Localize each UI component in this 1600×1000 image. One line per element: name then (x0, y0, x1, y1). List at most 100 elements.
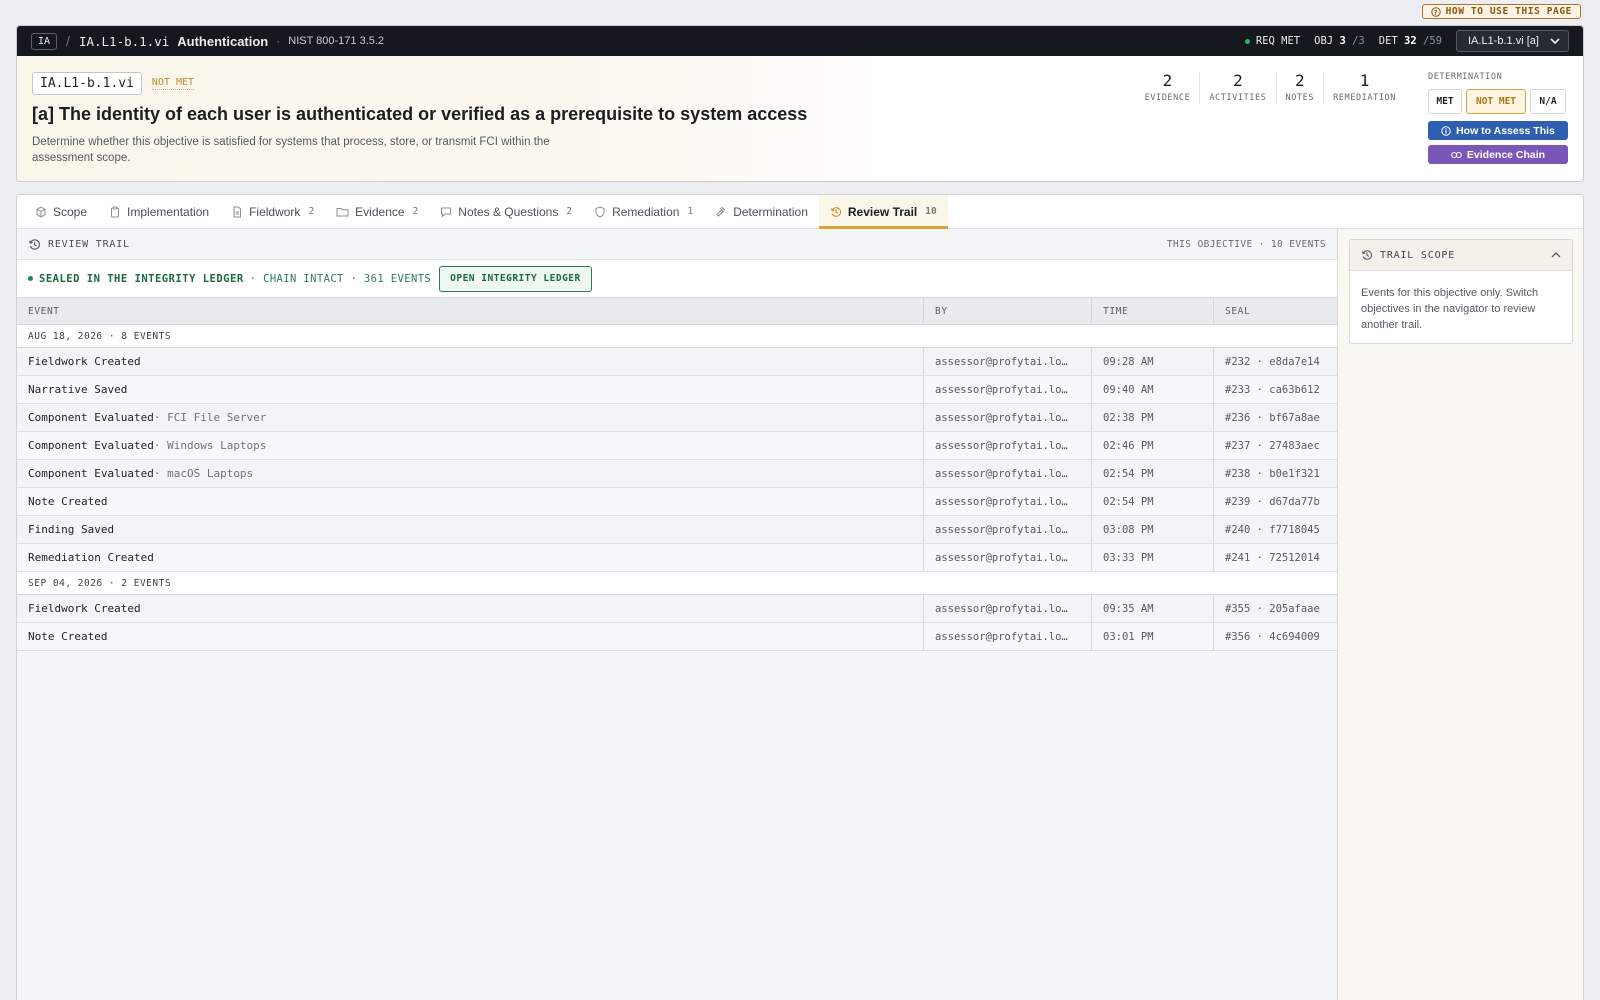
tab-determination[interactable]: Determination (704, 195, 819, 228)
event-detail: · FCI File Server (153, 411, 267, 424)
event-time: 09:40 AM (1091, 376, 1213, 403)
event-name: Note Created (28, 630, 108, 643)
tab-label: Fieldwork (249, 204, 301, 219)
integrity-seal-bar: SEALED IN THE INTEGRITY LEDGER · CHAIN I… (17, 259, 1337, 297)
stat-notes[interactable]: 2 NOTES (1275, 72, 1324, 104)
table-row[interactable]: Note Created assessor@profytai.lo… 03:01 P… (17, 623, 1337, 651)
event-name: Fieldwork Created (28, 355, 141, 368)
review-trail-meta: THIS OBJECTIVE · 10 EVENTS (1166, 238, 1326, 250)
event-time: 03:01 PM (1091, 623, 1213, 650)
how-to-use-button[interactable]: ? HOW TO USE THIS PAGE (1421, 4, 1581, 19)
event-time: 09:28 AM (1091, 348, 1213, 375)
seal-status-dot-icon (28, 276, 33, 281)
event-by: assessor@profytai.lo… (923, 516, 1091, 543)
top-bar: IA / IA.L1-b.1.vi Authentication · NIST … (17, 26, 1583, 56)
table-row[interactable]: Narrative Saved assessor@profytai.lo… 09:4… (17, 376, 1337, 404)
status-badge: NOT MET (151, 77, 195, 90)
breadcrumb-separator: / (66, 33, 70, 49)
obj-value: 3 (1339, 35, 1346, 47)
table-row[interactable]: Remediation Created assessor@profytai.lo…… (17, 544, 1337, 572)
status-dot-icon (1244, 38, 1250, 44)
event-group: Fieldwork Created assessor@profytai.lo… 09… (17, 595, 1337, 651)
tab-remediation[interactable]: Remediation 1 (583, 195, 704, 228)
tab-implementation[interactable]: Implementation (98, 195, 220, 228)
tab-scope[interactable]: Scope (24, 195, 98, 228)
column-header-time[interactable]: TIME (1091, 298, 1213, 324)
sealed-label: SEALED IN THE INTEGRITY LEDGER (39, 272, 244, 285)
tab-count: 10 (925, 206, 937, 217)
event-seal: #238 · b0e1f321 (1213, 460, 1337, 487)
objective-select-value: IA.L1-b.1.vi [a] (1468, 35, 1539, 47)
determination-na-button[interactable]: N/A (1530, 89, 1566, 114)
tab-fieldwork[interactable]: Fieldwork 2 (220, 195, 325, 228)
event-name: Note Created (28, 495, 108, 508)
open-integrity-ledger-button[interactable]: OPEN INTEGRITY LEDGER (439, 265, 592, 292)
table-row[interactable]: Component Evaluated · FCI File Server ass… (17, 404, 1337, 432)
stat-activities[interactable]: 2 ACTIVITIES (1199, 72, 1275, 104)
event-seal: #233 · ca63b612 (1213, 376, 1337, 403)
tab-review-trail[interactable]: Review Trail 10 (818, 195, 948, 229)
column-header-event[interactable]: EVENT (17, 298, 923, 324)
evidence-chain-button[interactable]: Evidence Chain (1428, 145, 1568, 164)
stat-evidence[interactable]: 2 EVIDENCE (1136, 72, 1200, 104)
req-status-label: REQ MET (1255, 35, 1301, 47)
event-by: assessor@profytai.lo… (923, 432, 1091, 459)
tab-notes-questions[interactable]: Notes & Questions 2 (429, 195, 583, 228)
family-chip[interactable]: IA (31, 32, 58, 50)
event-by: assessor@profytai.lo… (923, 460, 1091, 487)
objective-select[interactable]: IA.L1-b.1.vi [a] (1456, 30, 1569, 52)
how-to-use-label: HOW TO USE THIS PAGE (1445, 6, 1572, 17)
column-header-seal[interactable]: SEAL (1213, 298, 1337, 324)
stat-value: 2 (1162, 71, 1173, 90)
evidence-chain-label: Evidence Chain (1466, 148, 1546, 161)
page-title: [a] The identity of each user is authent… (32, 104, 808, 124)
determination-panel: DETERMINATION MET NOT MET N/A How to Ass… (1428, 72, 1568, 164)
chain-status: · CHAIN INTACT · 361 EVENTS (249, 272, 432, 285)
table-row[interactable]: Component Evaluated · macOS Laptops asses… (17, 460, 1337, 488)
event-by: assessor@profytai.lo… (923, 488, 1091, 515)
stat-remediation[interactable]: 1 REMEDIATION (1323, 72, 1405, 104)
how-to-assess-label: How to Assess This (1456, 124, 1555, 137)
svg-text:?: ? (1433, 8, 1437, 16)
det-value: 32 (1404, 35, 1417, 47)
event-detail: · Windows Laptops (153, 439, 267, 452)
objective-description: Determine whether this objective is sati… (32, 136, 550, 164)
event-seal: #356 · 4c694009 (1213, 623, 1337, 650)
determination-met-button[interactable]: MET (1428, 89, 1462, 114)
obj-total: /3 (1352, 35, 1365, 47)
chevron-up-icon[interactable] (1551, 252, 1561, 258)
how-to-assess-button[interactable]: How to Assess This (1428, 121, 1568, 140)
event-by: assessor@profytai.lo… (923, 595, 1091, 622)
document-icon (233, 206, 242, 217)
table-row[interactable]: Fieldwork Created assessor@profytai.lo… 09… (17, 348, 1337, 376)
tab-label: Scope (53, 204, 88, 219)
column-header-by[interactable]: BY (923, 298, 1091, 324)
event-time: 02:38 PM (1091, 404, 1213, 431)
chevron-down-icon (1550, 38, 1560, 44)
table-row[interactable]: Fieldwork Created assessor@profytai.lo… 09… (17, 595, 1337, 623)
stat-label: EVIDENCE (1144, 93, 1191, 103)
table-row[interactable]: Note Created assessor@profytai.lo… 02:54 P… (17, 488, 1337, 516)
events-table: EVENT BY TIME SEAL AUG 18, 2026 · 8 EVEN… (17, 297, 1337, 651)
objective-header: IA.L1-b.1.vi NOT MET [a] The identity of… (17, 56, 1583, 181)
event-name: Finding Saved (28, 523, 115, 536)
event-name: Fieldwork Created (28, 602, 141, 615)
stat-label: NOTES (1285, 93, 1315, 103)
event-by: assessor@profytai.lo… (923, 623, 1091, 650)
tab-count: 2 (566, 206, 573, 217)
tab-label: Remediation (612, 204, 680, 219)
event-time: 02:54 PM (1091, 488, 1213, 515)
info-circle-icon (1441, 125, 1451, 136)
tab-label: Review Trail (847, 204, 918, 219)
event-seal: #355 · 205afaae (1213, 595, 1337, 622)
tab-evidence[interactable]: Evidence 2 (325, 195, 429, 228)
table-row[interactable]: Finding Saved assessor@profytai.lo… 03:08 … (17, 516, 1337, 544)
event-group: Fieldwork Created assessor@profytai.lo… 09… (17, 348, 1337, 572)
event-seal: #240 · f7718045 (1213, 516, 1337, 543)
table-row[interactable]: Component Evaluated · Windows Laptops ass… (17, 432, 1337, 460)
trail-scope-header[interactable]: TRAIL SCOPE (1350, 240, 1572, 271)
control-name: Authentication (177, 33, 269, 49)
tab-count: 2 (412, 206, 419, 217)
determination-not-met-button[interactable]: NOT MET (1466, 89, 1526, 114)
objective-card: IA / IA.L1-b.1.vi Authentication · NIST … (16, 25, 1584, 182)
